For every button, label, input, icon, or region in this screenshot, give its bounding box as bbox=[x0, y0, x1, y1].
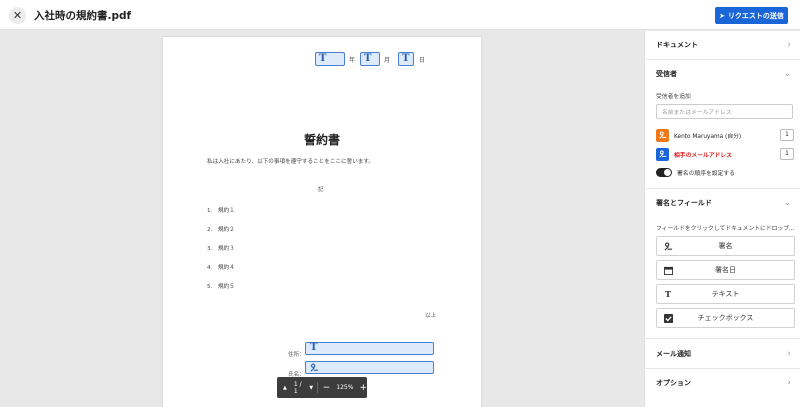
signing-order-input[interactable]: 1 bbox=[780, 148, 794, 160]
chevron-down-icon: ⌄ bbox=[783, 198, 791, 208]
signature-field-label: 署名 bbox=[718, 242, 733, 250]
signature-icon bbox=[663, 241, 673, 251]
document-heading: 誓約書 bbox=[303, 133, 340, 147]
clause-item: 4. 規約４ bbox=[207, 265, 235, 271]
chevron-right-icon: › bbox=[787, 349, 791, 359]
chevron-right-icon: › bbox=[787, 40, 791, 50]
text-field-label: テキスト bbox=[711, 290, 740, 298]
prev-page-icon[interactable]: ▲ bbox=[283, 385, 287, 391]
document-section-label: ドキュメント bbox=[656, 41, 698, 49]
ki-text: 記 bbox=[318, 187, 324, 193]
divider bbox=[645, 338, 800, 339]
fields-hint: フィールドをクリックしてドキュメントにドロップ... bbox=[656, 226, 795, 232]
text-icon: T bbox=[665, 289, 671, 299]
checkbox-field-label: チェックボックス bbox=[697, 314, 754, 322]
signer-icon bbox=[656, 128, 669, 142]
ijo-text: 以上 bbox=[425, 313, 437, 319]
address-text-field[interactable]: T bbox=[305, 342, 434, 355]
text-field-icon: T bbox=[319, 53, 327, 64]
recipient-row[interactable]: Kento Maruyama (自分) 1 bbox=[656, 128, 794, 142]
toolbar-divider bbox=[317, 382, 318, 393]
add-recipient-label: 受信者を追加 bbox=[656, 94, 691, 100]
signature-icon bbox=[310, 363, 319, 375]
day-unit: 日 bbox=[419, 57, 426, 64]
recipient-search-input[interactable]: 名前またはメールアドレス bbox=[656, 104, 793, 119]
next-page-icon[interactable]: ▼ bbox=[309, 385, 313, 391]
chevron-right-icon: › bbox=[787, 378, 791, 388]
document-viewer: T 年 T 月 T 日 誓約書 私は入社にあたり、以下の事項を遵守することをここ… bbox=[0, 31, 644, 407]
address-label: 住所： bbox=[288, 352, 305, 358]
clause-item: 5. 規約５ bbox=[207, 284, 235, 290]
signing-order-input[interactable]: 1 bbox=[780, 129, 794, 141]
day-text-field[interactable]: T bbox=[398, 52, 414, 66]
recipient-name: 相手のメールアドレス bbox=[674, 152, 732, 159]
right-panel: ドキュメント › 受信者 ⌄ 受信者を追加 名前またはメールアドレス Kento… bbox=[644, 31, 800, 407]
signature-field-button[interactable]: 署名 bbox=[656, 236, 795, 256]
signing-order-label: 署名の順序を設定する bbox=[677, 171, 735, 177]
top-bar: ✕ 入社時の規約書.pdf ➤ リクエストの送信 bbox=[0, 0, 800, 30]
page-indicator: 1 / 1 bbox=[293, 380, 302, 395]
year-text-field[interactable]: T bbox=[315, 52, 345, 66]
year-unit: 年 bbox=[349, 57, 356, 64]
send-request-button[interactable]: ➤ リクエストの送信 bbox=[715, 7, 788, 24]
text-field-icon: T bbox=[310, 342, 318, 353]
text-field-button[interactable]: T テキスト bbox=[656, 284, 795, 304]
checkbox-field-button[interactable]: チェックボックス bbox=[656, 308, 795, 328]
fields-section-header[interactable]: 署名とフィールド ⌄ bbox=[645, 189, 800, 217]
page-zoom-toolbar: ▲ 1 / 1 ▼ − 125% + bbox=[277, 377, 367, 398]
text-field-icon: T bbox=[402, 53, 410, 64]
recipients-section-header[interactable]: 受信者 ⌄ bbox=[645, 60, 800, 88]
zoom-level: 125% bbox=[336, 384, 354, 391]
close-icon: ✕ bbox=[12, 9, 23, 22]
recipient-name: Kento Maruyama (自分) bbox=[674, 133, 742, 140]
signing-order-toggle-row[interactable]: 署名の順序を設定する bbox=[656, 168, 735, 177]
text-field-icon: T bbox=[364, 53, 372, 64]
date-signed-field-button[interactable]: 署名日 bbox=[656, 260, 795, 280]
date-signed-field-label: 署名日 bbox=[715, 266, 736, 274]
clause-item: 2. 規約２ bbox=[207, 227, 235, 233]
zoom-in-button[interactable]: + bbox=[359, 383, 367, 393]
clause-item: 3. 規約３ bbox=[207, 246, 235, 252]
month-text-field[interactable]: T bbox=[360, 52, 380, 66]
calendar-icon bbox=[663, 265, 673, 275]
email-notify-label: メール通知 bbox=[656, 350, 691, 358]
intro-text: 私は入社にあたり、以下の事項を遵守することをここに誓います。 bbox=[207, 159, 375, 165]
recipients-section-label: 受信者 bbox=[656, 70, 677, 78]
signature-field[interactable] bbox=[305, 361, 434, 374]
document-page: T 年 T 月 T 日 誓約書 私は入社にあたり、以下の事項を遵守することをここ… bbox=[163, 37, 481, 407]
recipient-row[interactable]: 相手のメールアドレス 1 bbox=[656, 147, 794, 161]
zoom-out-button[interactable]: − bbox=[323, 383, 331, 393]
fields-section-label: 署名とフィールド bbox=[656, 199, 712, 207]
chevron-down-icon: ⌄ bbox=[783, 69, 791, 79]
options-label: オプション bbox=[656, 379, 691, 387]
signing-order-toggle[interactable] bbox=[656, 168, 672, 177]
send-icon: ➤ bbox=[719, 11, 725, 20]
document-section-header[interactable]: ドキュメント › bbox=[645, 31, 800, 59]
email-notify-section-header[interactable]: メール通知 › bbox=[645, 340, 800, 368]
signer-icon bbox=[656, 147, 669, 161]
options-section-header[interactable]: オプション › bbox=[645, 369, 800, 397]
close-button[interactable]: ✕ bbox=[9, 7, 26, 24]
checkbox-icon bbox=[663, 313, 673, 323]
clause-item: 1. 規約１ bbox=[207, 208, 235, 214]
document-title: 入社時の規約書.pdf bbox=[34, 10, 132, 22]
month-unit: 月 bbox=[384, 57, 391, 64]
send-request-label: リクエストの送信 bbox=[727, 11, 784, 20]
